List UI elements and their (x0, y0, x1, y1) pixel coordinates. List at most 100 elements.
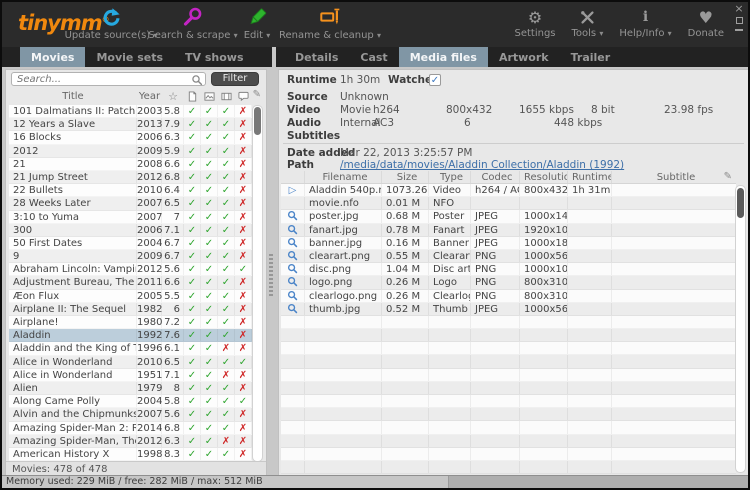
movie-row[interactable]: Adjustment Bureau, The 2011 6.6 ✓ ✓ ✓ ✗ (9, 276, 252, 289)
column-config-icon[interactable]: ✎ (253, 89, 261, 100)
subtitles-icon[interactable] (235, 89, 252, 104)
movie-row[interactable]: 22 Bullets 2010 6.4 ✓ ✓ ✓ ✗ (9, 184, 252, 197)
maximize-icon[interactable] (736, 17, 743, 24)
file-action-cell[interactable] (281, 355, 305, 367)
minimize-icon[interactable] (735, 27, 743, 31)
file-row[interactable] (281, 461, 736, 474)
file-row[interactable] (281, 408, 736, 421)
file-row[interactable]: clearart.png 0.55 M Clearart PNG 1000x56… (281, 250, 736, 263)
file-action-cell[interactable] (281, 250, 305, 262)
file-action-cell[interactable] (281, 263, 305, 275)
play-icon[interactable]: ▷ (289, 185, 297, 196)
file-action-cell[interactable] (281, 421, 305, 433)
info-icon[interactable]: i (643, 7, 648, 27)
search-box[interactable] (11, 72, 206, 86)
movie-row[interactable]: Amazing Spider-Man 2: Rise ... 2014 6.8 … (9, 422, 252, 435)
trailer-icon[interactable] (218, 89, 235, 104)
zoom-preview-icon[interactable] (287, 210, 298, 221)
file-row[interactable] (281, 421, 736, 434)
zoom-preview-icon[interactable] (287, 237, 298, 248)
file-row[interactable] (281, 382, 736, 395)
file-row[interactable]: fanart.jpg 0.78 M Fanart JPEG 1920x1080 (281, 224, 736, 237)
file-action-cell[interactable] (281, 237, 305, 249)
tab-trailer[interactable]: Trailer (560, 47, 622, 67)
scrollbar-thumb[interactable] (254, 107, 261, 135)
toolbar-action-search-scrape[interactable]: Search & scrape ▾ (152, 5, 234, 41)
file-row[interactable] (281, 342, 736, 355)
column-header-title[interactable]: Title (9, 89, 137, 104)
file-row[interactable] (281, 369, 736, 382)
toolbar-label[interactable]: Search & scrape ▾ (148, 30, 237, 41)
rename-cleanup-icon[interactable] (318, 5, 342, 29)
toolbar-label[interactable]: Tools ▾ (572, 28, 604, 39)
zoom-preview-icon[interactable] (287, 290, 298, 301)
toolbar-label[interactable]: Update source(s) ▾ (65, 30, 158, 41)
movie-row[interactable]: Amazing Spider-Man, The 2012 6.3 ✓ ✓ ✗ ✗ (9, 435, 252, 448)
movie-row[interactable]: 9 2009 6.7 ✓ ✓ ✓ ✗ (9, 250, 252, 263)
movie-list-scrollbar[interactable] (252, 105, 263, 462)
tab-cast[interactable]: Cast (349, 47, 398, 67)
toolbar-action-tools[interactable]: Tools ▾ (572, 7, 604, 39)
search-input[interactable] (12, 73, 205, 85)
toolbar-label[interactable]: Edit ▾ (244, 30, 271, 41)
file-row[interactable]: clearlogo.png 0.26 M Clearlogo PNG 800x3… (281, 290, 736, 303)
file-row[interactable] (281, 329, 736, 342)
zoom-preview-icon[interactable] (287, 224, 298, 235)
file-row[interactable]: disc.png 1.04 M Disc art PNG 1000x1000 (281, 263, 736, 276)
movie-row[interactable]: Alvin and the Chipmunks 2007 5.6 ✓ ✓ ✓ ✗ (9, 408, 252, 421)
file-action-cell[interactable] (281, 435, 305, 447)
toolbar-action-help[interactable]: i Help/Info ▾ (619, 7, 671, 39)
scrape-magnifier-icon[interactable] (182, 5, 204, 29)
movie-row[interactable]: American History X 1998 8.3 ✓ ✓ ✓ ✗ (9, 448, 252, 461)
tab-media-files[interactable]: Media files (399, 47, 488, 67)
zoom-preview-icon[interactable] (287, 250, 298, 261)
movie-row[interactable]: Aladdin and the King of Thie... 1996 6.1… (9, 342, 252, 355)
column-header-subtitle[interactable]: Subtitle (612, 171, 736, 183)
file-row[interactable] (281, 316, 736, 329)
column-header-type[interactable]: Type (429, 171, 471, 183)
column-header-runtime[interactable]: Runtime (568, 171, 612, 183)
movie-row[interactable]: 2012 2009 5.9 ✓ ✓ ✓ ✗ (9, 145, 252, 158)
toolbar-label[interactable]: Donate (688, 28, 724, 39)
zoom-preview-icon[interactable] (287, 263, 298, 274)
movie-row[interactable]: 21 Jump Street 2012 6.8 ✓ ✓ ✓ ✗ (9, 171, 252, 184)
column-header-size[interactable]: Size (382, 171, 429, 183)
toolbar-action-edit[interactable]: Edit ▾ (234, 5, 280, 41)
file-row[interactable] (281, 355, 736, 368)
file-row[interactable] (281, 395, 736, 408)
tab-tv-shows[interactable]: TV shows (174, 47, 255, 67)
movie-row[interactable]: 101 Dalmatians II: Patch's Lo... 2003 5.… (9, 105, 252, 118)
file-action-cell[interactable] (281, 448, 305, 460)
tab-artwork[interactable]: Artwork (488, 47, 560, 67)
file-action-cell[interactable] (281, 329, 305, 341)
file-action-cell[interactable] (281, 290, 305, 302)
file-action-cell[interactable] (281, 369, 305, 381)
movie-row[interactable]: Alien 1979 8 ✓ ✓ ✓ ✗ (9, 382, 252, 395)
column-header-resolution[interactable]: Resolution (520, 171, 568, 183)
toolbar-label[interactable]: Rename & cleanup ▾ (279, 30, 381, 41)
toolbar-label[interactable]: Settings (514, 28, 555, 39)
movie-row[interactable]: Alice in Wonderland 1951 7.1 ✓ ✓ ✗ ✗ (9, 369, 252, 382)
scrollbar-thumb[interactable] (737, 188, 744, 218)
file-row[interactable]: logo.png 0.26 M Logo PNG 800x310 (281, 276, 736, 289)
file-action-cell[interactable] (281, 342, 305, 354)
refresh-icon[interactable] (100, 5, 122, 29)
tools-icon[interactable] (579, 7, 596, 27)
file-action-cell[interactable] (281, 210, 305, 222)
file-action-cell[interactable] (281, 197, 305, 209)
file-action-cell[interactable] (281, 224, 305, 236)
zoom-preview-icon[interactable] (287, 303, 298, 314)
column-header-year[interactable]: Year (137, 89, 162, 104)
splitter-handle[interactable] (269, 254, 273, 296)
file-row[interactable]: thumb.jpg 0.52 M Thumb JPEG 1000x562 (281, 303, 736, 316)
file-action-cell[interactable] (281, 316, 305, 328)
movie-row[interactable]: 300 2006 7.1 ✓ ✓ ✓ ✗ (9, 224, 252, 237)
movie-row[interactable]: 16 Blocks 2006 6.3 ✓ ✓ ✓ ✗ (9, 131, 252, 144)
file-action-cell[interactable] (281, 382, 305, 394)
star-icon[interactable]: ☆ (162, 89, 184, 104)
movie-row[interactable]: Aladdin 1992 7.6 ✓ ✓ ✓ ✗ (9, 329, 252, 342)
movie-row[interactable]: Along Came Polly 2004 5.8 ✓ ✓ ✓ ✓ (9, 395, 252, 408)
tab-movies[interactable]: Movies (20, 47, 85, 67)
gear-icon[interactable]: ⚙ (528, 7, 542, 27)
column-header-codec[interactable]: Codec (471, 171, 520, 183)
